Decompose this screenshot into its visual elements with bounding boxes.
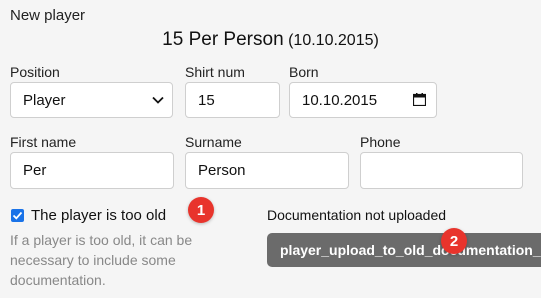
first-name-label: First name (10, 134, 77, 150)
born-label: Born (289, 64, 319, 80)
shirt-num-value: 15 (198, 91, 215, 109)
shirt-num-label: Shirt num (185, 64, 245, 80)
documentation-status: Documentation not uploaded (267, 207, 447, 223)
phone-input[interactable] (360, 152, 523, 189)
phone-label: Phone (360, 134, 401, 150)
surname-input[interactable]: Person (185, 152, 349, 189)
player-name-title: 15 Per Person (162, 29, 284, 50)
first-name-input[interactable]: Per (10, 152, 174, 189)
chevron-down-icon (152, 96, 164, 104)
upload-documentation-button[interactable]: player_upload_to_old_documentation_la (267, 233, 541, 267)
surname-label: Surname (185, 134, 242, 150)
born-value: 10.10.2015 (302, 91, 378, 109)
upload-documentation-label: player_upload_to_old_documentation_la (280, 242, 541, 258)
badge-2: 2 (441, 228, 467, 254)
too-old-help-text: If a player is too old, it can be necess… (10, 232, 193, 288)
too-old-checkbox[interactable] (11, 209, 24, 222)
calendar-icon[interactable] (413, 93, 426, 106)
checkmark-icon (12, 211, 23, 220)
first-name-value: Per (23, 162, 47, 179)
badge-1: 1 (188, 197, 214, 223)
shirt-num-input[interactable]: 15 (185, 82, 280, 118)
player-header: 15 Per Person (10.10.2015) (0, 29, 541, 51)
position-label: Position (10, 64, 60, 80)
born-date-input[interactable]: 10.10.2015 (289, 82, 437, 118)
position-select-value: Player (23, 91, 66, 109)
position-select[interactable]: Player (10, 82, 173, 118)
section-title: New player (10, 7, 86, 24)
too-old-label[interactable]: The player is too old (31, 207, 166, 224)
player-birthdate-title: (10.10.2015) (288, 32, 379, 49)
surname-value: Person (198, 162, 246, 179)
